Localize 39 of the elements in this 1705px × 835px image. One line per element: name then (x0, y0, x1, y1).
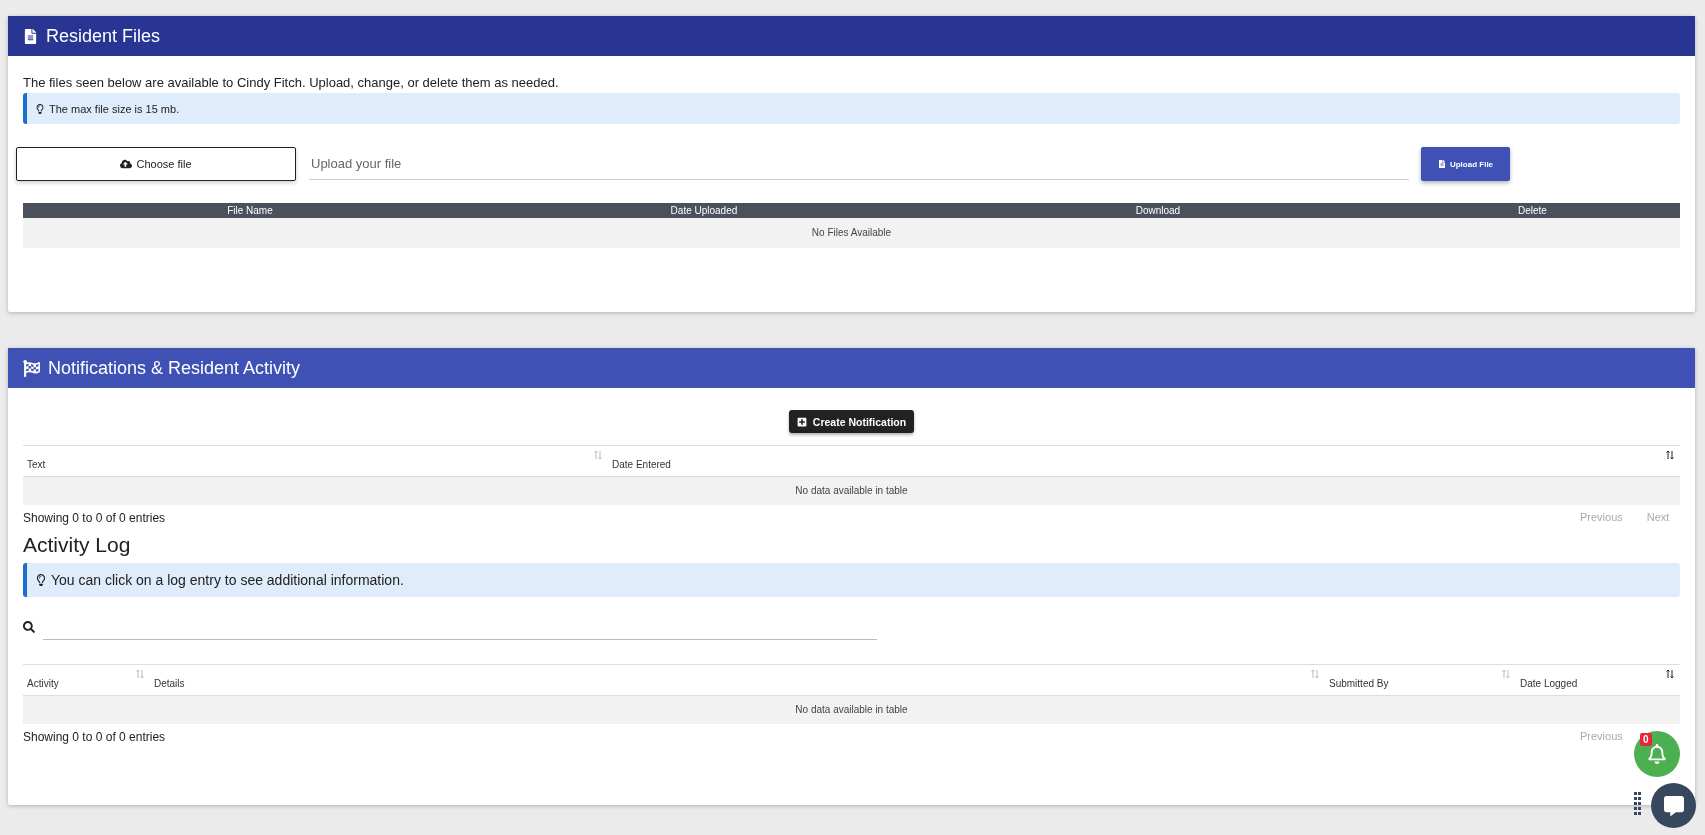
sort-icon[interactable] (1666, 669, 1674, 679)
search-icon (23, 620, 35, 633)
panel-title: Notifications & Resident Activity (48, 357, 301, 379)
drag-handle-icon[interactable] (1634, 792, 1642, 816)
empty-table-message: No data available in table (23, 477, 1680, 505)
notification-count-badge: 0 (1640, 733, 1652, 746)
alert-text: You can click on a log entry to see additional information. (51, 572, 404, 588)
column-header[interactable]: Text (27, 452, 46, 470)
plus-icon (796, 416, 807, 427)
bell-icon (1647, 744, 1667, 764)
sort-icon[interactable] (1666, 450, 1674, 460)
column-header[interactable]: Date Logged (1520, 671, 1578, 689)
column-header[interactable]: Activity (27, 671, 59, 689)
table-info: Showing 0 to 0 of 0 entries (23, 730, 166, 744)
column-header: Delete (1384, 203, 1680, 218)
column-header[interactable]: Submitted By (1329, 671, 1389, 689)
document-icon (1437, 160, 1446, 168)
create-notification-button[interactable]: Create Notification (788, 410, 915, 433)
lightbulb-icon (35, 574, 47, 586)
chat-button[interactable] (1651, 783, 1696, 828)
choose-file-button[interactable]: Choose file (16, 147, 296, 181)
panel-title: Resident Files (46, 25, 161, 47)
table-info: Showing 0 to 0 of 0 entries (23, 511, 166, 525)
upload-file-button[interactable]: Upload File (1421, 147, 1510, 181)
column-header[interactable]: Date Entered (612, 452, 671, 470)
checkered-flag-icon (23, 359, 40, 377)
empty-table-message: No Files Available (23, 218, 1680, 248)
cloud-upload-icon (120, 158, 133, 170)
section-title: Activity Log (23, 533, 132, 557)
column-header: File Name (23, 203, 477, 218)
description-text: The files seen below are available to Cindy Fitch. Upload, change, or delete them as needed. (23, 75, 560, 90)
empty-table-message: No data available in table (23, 696, 1680, 724)
column-header: Date Uploaded (476, 203, 931, 218)
alert-text: The max file size is 15 mb. (49, 102, 180, 115)
column-header: Download (930, 203, 1385, 218)
document-icon (23, 28, 38, 44)
chat-icon (1663, 795, 1684, 816)
column-header[interactable]: Details (154, 671, 185, 689)
lightbulb-icon (35, 103, 45, 114)
